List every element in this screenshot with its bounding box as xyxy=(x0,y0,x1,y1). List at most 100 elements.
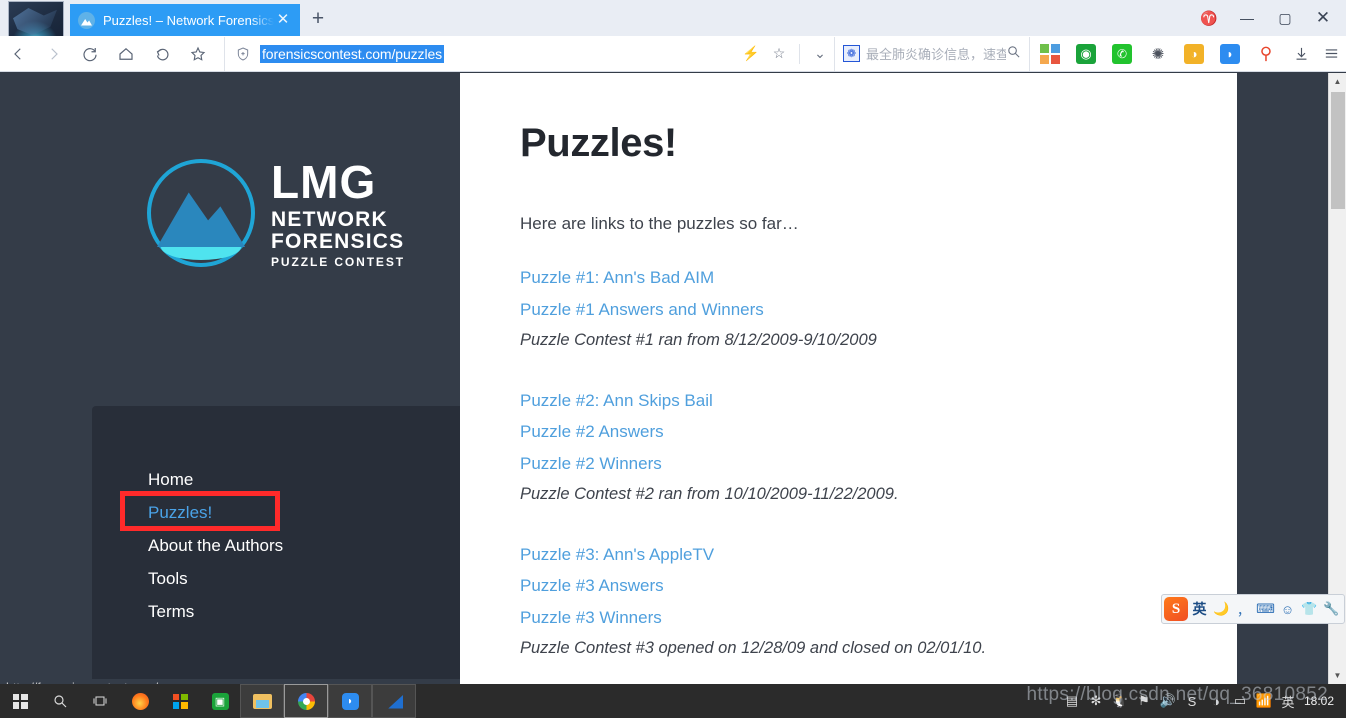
user-icon[interactable]: ☺ xyxy=(1277,597,1298,621)
sidebar-item-terms[interactable]: Terms xyxy=(148,595,283,628)
brand-line4: PUZZLE CONTEST xyxy=(271,254,405,269)
sogou-logo-icon[interactable]: S xyxy=(1164,597,1188,621)
punctuation-icon[interactable]: ， xyxy=(1233,597,1254,621)
wechat-extension[interactable]: ✆ xyxy=(1112,43,1132,64)
file-explorer-icon[interactable] xyxy=(240,684,284,718)
brand-text: LMG NETWORK FORENSICS PUZZLE CONTEST xyxy=(271,159,405,268)
clock-app-icon[interactable]: ◑ xyxy=(1204,684,1228,718)
shirt-icon[interactable]: ♈ xyxy=(1190,0,1228,36)
intro-paragraph: Here are links to the puzzles so far… xyxy=(520,214,799,233)
download-icon[interactable] xyxy=(1286,37,1316,71)
bookmark-star-button[interactable] xyxy=(180,37,216,71)
address-text[interactable]: forensicscontest.com/puzzles xyxy=(260,44,445,63)
scroll-down-arrow-icon[interactable]: ▼ xyxy=(1329,667,1346,684)
puzzle-link[interactable]: Puzzle #1 Answers and Winners xyxy=(520,294,1220,326)
baidu-paw-icon[interactable] xyxy=(843,45,860,62)
screen: Puzzles! – Network Forensics ✕ + ♈ — ▢ ✕ xyxy=(0,0,1346,718)
puzzle-link[interactable]: Puzzle #3 Winners xyxy=(520,602,1220,634)
search-box[interactable]: 最全肺炎确诊信息，速查 xyxy=(834,36,1030,71)
scrollbar-thumb[interactable] xyxy=(1331,92,1345,209)
qq-icon[interactable]: 🐧 xyxy=(1108,684,1132,718)
wireshark-taskbar-icon[interactable] xyxy=(372,684,416,718)
article-content: Puzzles! Here are links to the puzzles s… xyxy=(520,121,1220,684)
menu-icon[interactable] xyxy=(1316,37,1346,71)
sogou-tray-icon[interactable]: S xyxy=(1180,684,1204,718)
address-bar[interactable]: forensicscontest.com/puzzles ⚡ ☆ ⌄ xyxy=(224,36,834,71)
minimize-button[interactable]: — xyxy=(1228,0,1266,36)
microsoft-store-icon[interactable] xyxy=(160,684,200,718)
close-window-button[interactable]: ✕ xyxy=(1304,0,1342,36)
toolbox-icon[interactable]: 🔧 xyxy=(1321,597,1342,621)
site-logo[interactable]: LMG NETWORK FORENSICS PUZZLE CONTEST xyxy=(92,143,460,283)
omnibox-actions: ⚡ ☆ ⌄ xyxy=(737,37,834,71)
close-icon[interactable]: ✕ xyxy=(274,11,292,29)
puzzle-link[interactable]: Puzzle #2 Answers xyxy=(520,416,1220,448)
back-button[interactable] xyxy=(0,37,36,71)
puzzle-note: Puzzle Contest #3 opened on 12/28/09 and… xyxy=(520,639,987,657)
search-icon[interactable] xyxy=(40,684,80,718)
undo-button[interactable] xyxy=(144,37,180,71)
network-icon[interactable]: 📶 xyxy=(1252,684,1276,718)
puzzle-link[interactable]: Puzzle #2 Winners xyxy=(520,448,1220,480)
tab-title: Puzzles! – Network Forensics xyxy=(103,12,274,28)
taskbar-items: ▣ ◗ xyxy=(0,684,416,718)
scroll-up-arrow-icon[interactable]: ▲ xyxy=(1329,73,1346,90)
sidebar-item-puzzles[interactable]: Puzzles! xyxy=(148,496,283,529)
brand-line2: NETWORK xyxy=(271,207,388,231)
puzzle-group-2: Puzzle #2: Ann Skips Bail Puzzle #2 Answ… xyxy=(520,385,1220,511)
maximize-button[interactable]: ▢ xyxy=(1266,0,1304,36)
mountain-circle-logo-icon xyxy=(147,159,256,267)
soft-keyboard-icon[interactable]: ⌨ xyxy=(1255,597,1276,621)
bug-extension[interactable]: ✺ xyxy=(1148,44,1168,64)
microsoft-squares-extension[interactable] xyxy=(1040,43,1060,64)
moon-icon[interactable]: 🌙 xyxy=(1211,597,1232,621)
bluetooth-icon[interactable]: ✻ xyxy=(1084,684,1108,718)
sidebar-item-about-the-authors[interactable]: About the Authors xyxy=(148,529,283,562)
sidebar-item-home[interactable]: Home xyxy=(148,463,283,496)
blue-drop-extension[interactable]: ◗ xyxy=(1220,43,1240,64)
chrome-taskbar-icon[interactable] xyxy=(284,684,328,718)
home-button[interactable] xyxy=(108,37,144,71)
new-tab-button[interactable]: + xyxy=(306,8,330,32)
flag-icon[interactable]: ⚑ xyxy=(1132,684,1156,718)
blue-drop-taskbar-icon[interactable]: ◗ xyxy=(328,684,372,718)
show-hidden-icons[interactable]: ▤ xyxy=(1060,684,1084,718)
search-icon[interactable] xyxy=(1006,44,1021,64)
star-icon[interactable]: ☆ xyxy=(765,37,793,71)
page-scrollbar[interactable]: ▲ ▼ xyxy=(1328,73,1346,684)
brand-lmg: LMG xyxy=(271,155,377,208)
owl-extension[interactable]: ◑ xyxy=(1184,43,1204,64)
puzzle-link[interactable]: Puzzle #3: Ann's AppleTV xyxy=(520,539,1220,571)
browser-tab[interactable]: Puzzles! – Network Forensics ✕ xyxy=(70,4,300,36)
lightning-icon[interactable]: ⚡ xyxy=(737,37,765,71)
puzzle-note: Puzzle Contest #1 ran from 8/12/2009-9/1… xyxy=(520,331,877,349)
notes-icon[interactable]: ▭ xyxy=(1228,684,1252,718)
browser-tabstrip: Puzzles! – Network Forensics ✕ + ♈ — ▢ ✕ xyxy=(0,0,1346,71)
forward-button[interactable] xyxy=(36,37,72,71)
page-viewport: LMG NETWORK FORENSICS PUZZLE CONTEST Hom… xyxy=(0,73,1346,684)
ime-tray-icon[interactable]: 英 xyxy=(1276,684,1300,718)
start-button[interactable] xyxy=(0,684,40,718)
puzzle-link[interactable]: Puzzle #1: Ann's Bad AIM xyxy=(520,262,1220,294)
window-controls: ♈ — ▢ ✕ xyxy=(1190,0,1342,36)
chevron-down-icon[interactable]: ⌄ xyxy=(806,37,834,71)
taskbar-clock[interactable]: 18:02 xyxy=(1300,694,1342,708)
skin-icon[interactable]: 👕 xyxy=(1299,597,1320,621)
puzzle-link[interactable]: Puzzle #2: Ann Skips Bail xyxy=(520,385,1220,417)
volume-icon[interactable]: 🔊 xyxy=(1156,684,1180,718)
puzzle-link[interactable]: Puzzle #3 Answers xyxy=(520,570,1220,602)
language-mode-cn-icon[interactable]: 英 xyxy=(1189,597,1210,621)
search-input[interactable]: 最全肺炎确诊信息，速查 xyxy=(866,44,1006,63)
ime-floating-toolbar[interactable]: S 英 🌙 ， ⌨ ☺ 👕 🔧 xyxy=(1161,594,1345,624)
extensions-bar: ◉ ✆ ✺ ◑ ◗ ⚲ xyxy=(1030,43,1286,64)
sidebar-nav-list: Home Puzzles! About the Authors Tools Te… xyxy=(148,463,283,628)
task-view-icon[interactable] xyxy=(80,684,120,718)
green-camera-extension[interactable]: ◉ xyxy=(1076,43,1096,64)
reload-button[interactable] xyxy=(72,37,108,71)
browser-toolbar: forensicscontest.com/puzzles ⚡ ☆ ⌄ 最全肺炎确… xyxy=(0,36,1346,72)
sidebar-item-tools[interactable]: Tools xyxy=(148,562,283,595)
green-app-icon[interactable]: ▣ xyxy=(200,684,240,718)
firefox-taskbar-icon[interactable] xyxy=(120,684,160,718)
shield-icon xyxy=(235,46,251,62)
map-pin-extension[interactable]: ⚲ xyxy=(1256,44,1276,64)
